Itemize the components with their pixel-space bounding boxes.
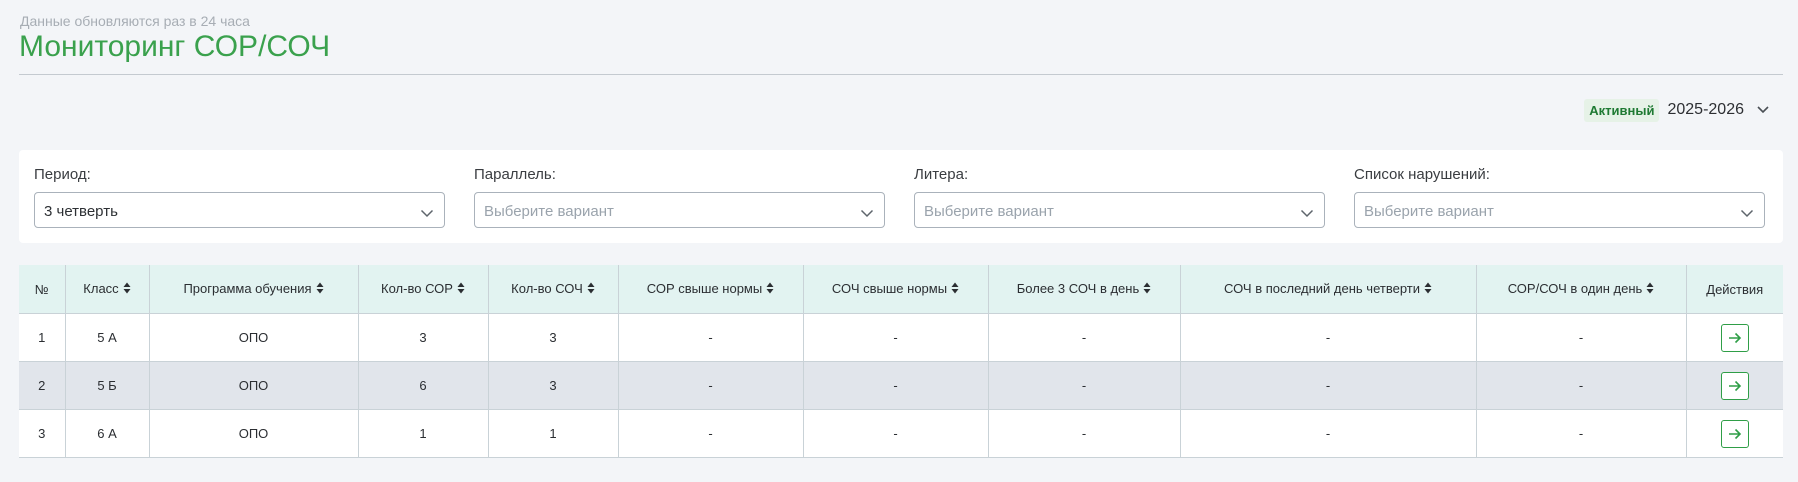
cell-sor-soch-same-day: - (1476, 361, 1687, 410)
cell-soch-count: 3 (488, 313, 619, 362)
chevron-down-icon[interactable] (1740, 205, 1754, 223)
sort-icon[interactable] (766, 282, 774, 297)
filter-litera: Литера: Выберите вариант (914, 166, 1325, 228)
arrow-right-icon (1728, 380, 1741, 391)
cell-actions (1686, 409, 1783, 458)
update-note: Данные обновляются раз в 24 часа (20, 13, 250, 29)
cell-sor-over-norm: - (618, 313, 804, 362)
cell-actions (1686, 361, 1783, 410)
parallel-select-placeholder: Выберите вариант (484, 203, 614, 220)
year-selector[interactable]: Активный 2025-2026 (1584, 97, 1770, 123)
active-badge: Активный (1584, 98, 1660, 122)
cell-actions (1686, 313, 1783, 362)
sort-icon[interactable] (457, 282, 465, 297)
open-row-button[interactable] (1720, 371, 1749, 400)
sort-icon[interactable] (1143, 282, 1151, 297)
chevron-down-icon[interactable] (860, 205, 874, 223)
arrow-right-icon (1728, 332, 1741, 343)
filters-panel: Период: 3 четверть Параллель: Выберите в… (19, 150, 1783, 243)
filter-litera-label: Литера: (914, 166, 969, 183)
chevron-down-icon[interactable] (1300, 205, 1314, 223)
monitoring-table: № Класс Программа обучения Кол-во СОР Ко… (19, 265, 1783, 458)
cell-soch-count: 1 (488, 409, 619, 458)
col-sor-count[interactable]: Кол-во СОР (358, 265, 489, 314)
cell-number: 3 (19, 409, 66, 458)
cell-more-3-soch: - (988, 313, 1181, 362)
page-title: Мониторинг СОР/СОЧ (19, 30, 331, 63)
cell-sor-over-norm: - (618, 409, 804, 458)
sort-icon[interactable] (587, 282, 595, 297)
table-row: 3 6 А ОПО 1 1 - - - - - (19, 409, 1783, 458)
cell-soch-over-norm: - (803, 313, 989, 362)
cell-program: ОПО (149, 313, 359, 362)
col-sor-over-norm[interactable]: СОР свыше нормы (618, 265, 804, 314)
litera-select[interactable]: Выберите вариант (914, 192, 1325, 228)
chevron-down-icon[interactable] (1756, 101, 1770, 119)
litera-select-placeholder: Выберите вариант (924, 203, 1054, 220)
cell-sor-soch-same-day: - (1476, 409, 1687, 458)
cell-sor-soch-same-day: - (1476, 313, 1687, 362)
violations-select-placeholder: Выберите вариант (1364, 203, 1494, 220)
col-more-3-soch[interactable]: Более 3 СОЧ в день (988, 265, 1181, 314)
cell-soch-count: 3 (488, 361, 619, 410)
cell-sor-count: 6 (358, 361, 489, 410)
sort-icon[interactable] (316, 282, 324, 297)
cell-number: 2 (19, 361, 66, 410)
cell-sor-count: 3 (358, 313, 489, 362)
cell-class: 5 А (65, 313, 150, 362)
col-number: № (19, 265, 66, 314)
cell-class: 6 А (65, 409, 150, 458)
filter-period-label: Период: (34, 166, 91, 183)
cell-soch-last-day: - (1180, 313, 1477, 362)
violations-select[interactable]: Выберите вариант (1354, 192, 1765, 228)
cell-program: ОПО (149, 361, 359, 410)
filter-violations-label: Список нарушений: (1354, 166, 1490, 183)
table-row: 2 5 Б ОПО 6 3 - - - - - (19, 361, 1783, 410)
col-soch-over-norm[interactable]: СОЧ свыше нормы (803, 265, 989, 314)
table-row: 1 5 А ОПО 3 3 - - - - - (19, 313, 1783, 362)
period-select-value: 3 четверть (44, 203, 118, 220)
cell-soch-over-norm: - (803, 361, 989, 410)
col-actions: Действия (1686, 265, 1783, 314)
monitoring-table-container: № Класс Программа обучения Кол-во СОР Ко… (19, 265, 1783, 458)
col-class[interactable]: Класс (65, 265, 150, 314)
chevron-down-icon[interactable] (420, 205, 434, 223)
cell-sor-over-norm: - (618, 361, 804, 410)
filter-parallel: Параллель: Выберите вариант (474, 166, 885, 228)
title-divider (19, 74, 1783, 75)
period-select[interactable]: 3 четверть (34, 192, 445, 228)
col-program[interactable]: Программа обучения (149, 265, 359, 314)
sort-icon[interactable] (951, 282, 959, 297)
table-header-row: № Класс Программа обучения Кол-во СОР Ко… (19, 265, 1783, 314)
cell-soch-last-day: - (1180, 361, 1477, 410)
open-row-button[interactable] (1720, 323, 1749, 352)
col-soch-count[interactable]: Кол-во СОЧ (488, 265, 619, 314)
cell-class: 5 Б (65, 361, 150, 410)
sort-icon[interactable] (1424, 282, 1432, 297)
filter-parallel-label: Параллель: (474, 166, 556, 183)
cell-program: ОПО (149, 409, 359, 458)
cell-sor-count: 1 (358, 409, 489, 458)
sort-icon[interactable] (1646, 282, 1654, 297)
cell-soch-over-norm: - (803, 409, 989, 458)
page: Данные обновляются раз в 24 часа Монитор… (0, 0, 1798, 482)
cell-number: 1 (19, 313, 66, 362)
cell-more-3-soch: - (988, 361, 1181, 410)
parallel-select[interactable]: Выберите вариант (474, 192, 885, 228)
arrow-right-icon (1728, 428, 1741, 439)
filter-period: Период: 3 четверть (34, 166, 445, 228)
col-soch-last-day[interactable]: СОЧ в последний день четверти (1180, 265, 1477, 314)
filter-violations: Список нарушений: Выберите вариант (1354, 166, 1765, 228)
year-value[interactable]: 2025-2026 (1667, 101, 1744, 119)
cell-soch-last-day: - (1180, 409, 1477, 458)
open-row-button[interactable] (1720, 419, 1749, 448)
col-sor-soch-same-day[interactable]: СОР/СОЧ в один день (1476, 265, 1687, 314)
cell-more-3-soch: - (988, 409, 1181, 458)
sort-icon[interactable] (123, 282, 131, 297)
